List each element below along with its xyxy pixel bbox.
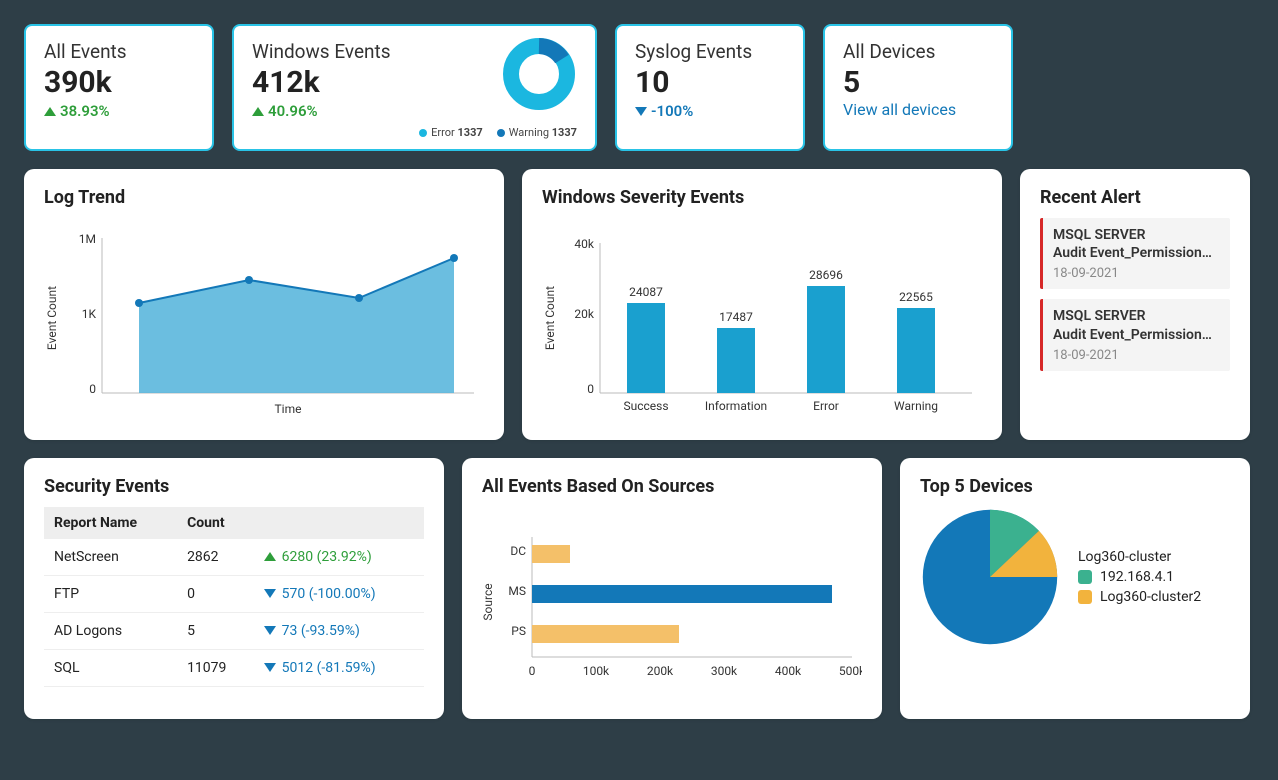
stat-title: All Events (44, 40, 194, 63)
cell-delta: 5012 (-81.59%) (254, 650, 424, 687)
cell-name: AD Logons (44, 613, 177, 650)
stat-delta: -100% (635, 102, 785, 120)
stat-title: All Devices (843, 40, 993, 63)
svg-text:200k: 200k (647, 664, 674, 678)
stat-card-syslog-events[interactable]: Syslog Events 10 -100% (615, 24, 805, 151)
svg-text:1M: 1M (79, 232, 96, 246)
donut-chart-icon (499, 34, 579, 114)
svg-text:300k: 300k (711, 664, 738, 678)
svg-text:0: 0 (529, 664, 536, 678)
cell-name: NetScreen (44, 539, 177, 576)
panel-windows-severity: Windows Severity Events Event Count 40k … (522, 169, 1002, 440)
svg-text:PS: PS (511, 624, 526, 638)
row-3: Security Events Report Name Count NetScr… (24, 458, 1254, 719)
stat-value: 5 (843, 65, 993, 100)
row-2: Log Trend Event Count 1M 1K 0 Time Windo… (24, 169, 1254, 440)
pie-chart-icon (920, 507, 1060, 647)
caret-down-icon (264, 589, 276, 598)
stat-value: 10 (635, 65, 785, 100)
bar-information: 17487 Information (705, 310, 767, 413)
svg-text:17487: 17487 (719, 310, 753, 324)
svg-text:Warning: Warning (894, 399, 938, 413)
svg-text:0: 0 (587, 382, 594, 396)
col-count: Count (177, 507, 254, 539)
caret-down-icon (264, 626, 276, 635)
svg-text:Event Count: Event Count (45, 286, 59, 350)
svg-text:Error: Error (813, 399, 839, 413)
sources-chart: Source DC MS PS 0 100k 200k 300k 400k 50… (482, 507, 862, 697)
panel-title: Security Events (44, 476, 424, 497)
svg-text:Success: Success (623, 399, 668, 413)
table-row[interactable]: NetScreen28626280 (23.92%) (44, 539, 424, 576)
legend-item[interactable]: Log360-cluster2 (1078, 589, 1201, 605)
caret-up-icon (264, 552, 276, 561)
svg-text:DC: DC (510, 544, 526, 558)
panel-security-events: Security Events Report Name Count NetScr… (24, 458, 444, 719)
col-report-name: Report Name (44, 507, 177, 539)
svg-text:Event Count: Event Count (543, 286, 557, 350)
panel-title: All Events Based On Sources (482, 476, 862, 497)
table-row[interactable]: SQL110795012 (-81.59%) (44, 650, 424, 687)
stat-card-all-events[interactable]: All Events 390k 38.93% (24, 24, 214, 151)
svg-text:Information: Information (705, 399, 767, 413)
table-row[interactable]: FTP0570 (-100.00%) (44, 576, 424, 613)
svg-text:500k: 500k (839, 664, 862, 678)
pie-legend: Log360-cluster 192.168.4.1 Log360-cluste… (1078, 545, 1201, 609)
donut-legend: Error 1337 Warning 1337 (252, 126, 577, 139)
panel-title: Windows Severity Events (542, 187, 982, 208)
stat-card-windows-events[interactable]: Windows Events 412k 40.96% Error 1337 Wa… (232, 24, 597, 151)
legend-item[interactable]: 192.168.4.1 (1078, 569, 1201, 585)
svg-text:0: 0 (89, 382, 96, 396)
svg-text:20k: 20k (574, 307, 594, 321)
svg-text:Time: Time (275, 402, 302, 416)
svg-text:22565: 22565 (899, 290, 933, 304)
svg-text:Source: Source (482, 583, 495, 620)
cell-name: FTP (44, 576, 177, 613)
windows-severity-chart: Event Count 40k 20k 0 24087 Success 1748… (542, 218, 982, 418)
panel-title: Log Trend (44, 187, 484, 208)
stats-row: All Events 390k 38.93% Windows Events 41… (24, 24, 1254, 151)
caret-up-icon (44, 107, 56, 116)
panel-title: Recent Alert (1040, 187, 1230, 208)
panel-recent-alert: Recent Alert MSQL SERVERAudit Event_Perm… (1020, 169, 1250, 440)
legend-item[interactable]: Log360-cluster (1078, 549, 1201, 565)
svg-text:MS: MS (508, 584, 526, 598)
alert-item[interactable]: MSQL SERVERAudit Event_Permission… 18-09… (1040, 218, 1230, 289)
svg-text:24087: 24087 (629, 285, 663, 299)
stat-delta: 38.93% (44, 102, 194, 120)
stat-title: Syslog Events (635, 40, 785, 63)
table-row[interactable]: AD Logons573 (-93.59%) (44, 613, 424, 650)
stat-card-all-devices[interactable]: All Devices 5 View all devices (823, 24, 1013, 151)
svg-text:40k: 40k (574, 237, 594, 251)
cell-count: 5 (177, 613, 254, 650)
stat-value: 390k (44, 65, 194, 100)
cell-delta: 570 (-100.00%) (254, 576, 424, 613)
svg-text:100k: 100k (583, 664, 610, 678)
view-all-devices-link[interactable]: View all devices (843, 100, 993, 119)
security-events-table: Report Name Count NetScreen28626280 (23.… (44, 507, 424, 687)
bar-success: 24087 Success (623, 285, 668, 413)
panel-title: Top 5 Devices (920, 476, 1230, 497)
cell-count: 2862 (177, 539, 254, 576)
alert-item[interactable]: MSQL SERVERAudit Event_Permission… 18-09… (1040, 299, 1230, 370)
svg-text:1K: 1K (82, 307, 97, 321)
cell-delta: 73 (-93.59%) (254, 613, 424, 650)
bar-warning: 22565 Warning (894, 290, 938, 413)
cell-name: SQL (44, 650, 177, 687)
svg-text:400k: 400k (775, 664, 802, 678)
bar-error: 28696 Error (807, 268, 845, 413)
log-trend-chart: Event Count 1M 1K 0 Time (44, 218, 484, 418)
panel-events-by-source: All Events Based On Sources Source DC MS… (462, 458, 882, 719)
panel-log-trend: Log Trend Event Count 1M 1K 0 Time (24, 169, 504, 440)
svg-text:28696: 28696 (809, 268, 843, 282)
caret-up-icon (252, 107, 264, 116)
caret-down-icon (264, 663, 276, 672)
cell-count: 0 (177, 576, 254, 613)
cell-count: 11079 (177, 650, 254, 687)
panel-top5-devices: Top 5 Devices Log360-cluster 192.168.4.1… (900, 458, 1250, 719)
caret-down-icon (635, 107, 647, 116)
cell-delta: 6280 (23.92%) (254, 539, 424, 576)
